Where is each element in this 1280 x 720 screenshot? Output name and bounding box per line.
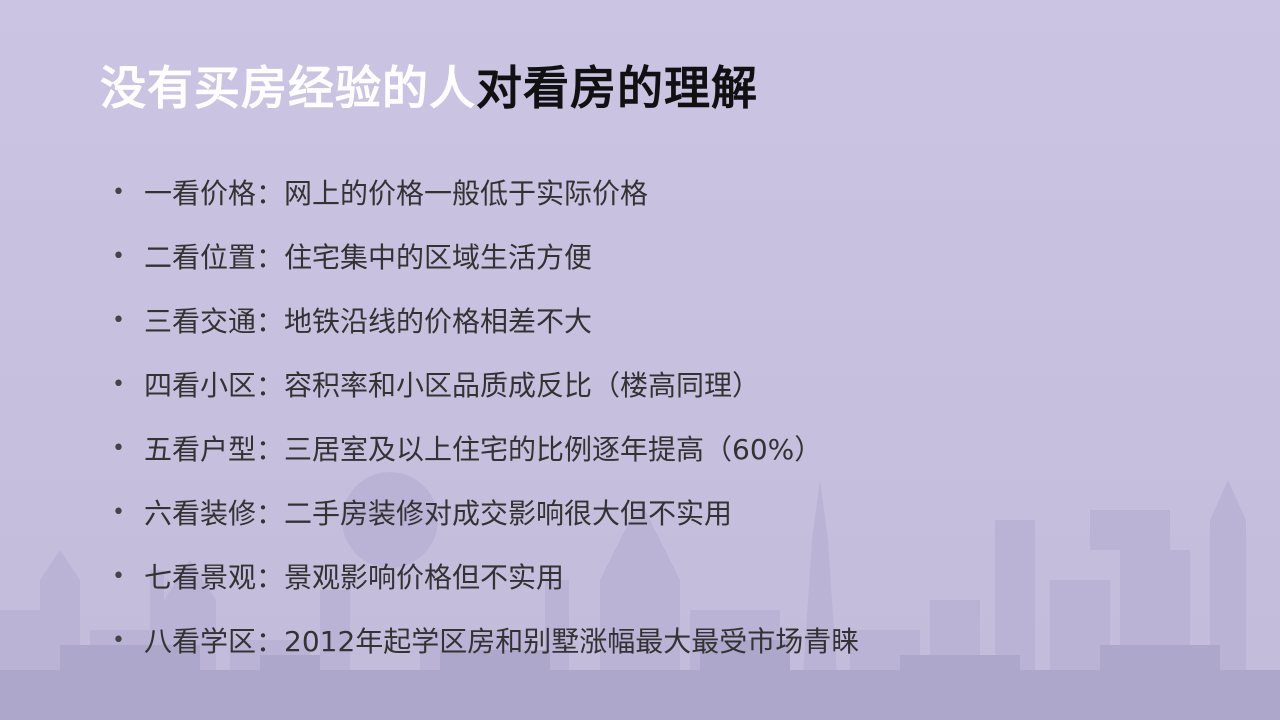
bullet-item: • 八看学区：2012年起学区房和别墅涨幅最大最受市场青睐 (112, 608, 859, 672)
bullet-dot-icon: • (112, 499, 125, 525)
bullet-text: 一看价格：网上的价格一般低于实际价格 (144, 177, 649, 210)
bullet-list: • 一看价格：网上的价格一般低于实际价格 • 二看位置：住宅集中的区域生活方便 … (112, 160, 859, 672)
bullet-dot-icon: • (112, 435, 125, 461)
bullet-item: • 四看小区：容积率和小区品质成反比（楼高同理） (112, 352, 859, 416)
bullet-text: 五看户型：三居室及以上住宅的比例逐年提高（60%） (144, 433, 823, 466)
bullet-item: • 二看位置：住宅集中的区域生活方便 (112, 224, 859, 288)
bullet-item: • 六看装修：二手房装修对成交影响很大但不实用 (112, 480, 859, 544)
bullet-dot-icon: • (112, 179, 125, 205)
bullet-dot-icon: • (112, 627, 125, 653)
bullet-text: 三看交通：地铁沿线的价格相差不大 (144, 305, 593, 338)
bullet-dot-icon: • (112, 371, 125, 397)
slide: 没有买房经验的人对看房的理解 • 一看价格：网上的价格一般低于实际价格 • 二看… (0, 0, 1280, 720)
bullet-item: • 三看交通：地铁沿线的价格相差不大 (112, 288, 859, 352)
bullet-item: • 一看价格：网上的价格一般低于实际价格 (112, 160, 859, 224)
bullet-item: • 七看景观：景观影响价格但不实用 (112, 544, 859, 608)
bullet-item: • 五看户型：三居室及以上住宅的比例逐年提高（60%） (112, 416, 859, 480)
slide-title-highlight: 没有买房经验的人 (100, 61, 476, 115)
bullet-text: 二看位置：住宅集中的区域生活方便 (144, 241, 593, 274)
bullet-text: 六看装修：二手房装修对成交影响很大但不实用 (144, 497, 733, 530)
bullet-text: 八看学区：2012年起学区房和别墅涨幅最大最受市场青睐 (144, 625, 860, 658)
bullet-dot-icon: • (112, 307, 125, 333)
slide-title: 没有买房经验的人对看房的理解 (100, 52, 758, 118)
bullet-dot-icon: • (112, 243, 125, 269)
bullet-text: 四看小区：容积率和小区品质成反比（楼高同理） (144, 369, 761, 402)
bullet-dot-icon: • (112, 563, 125, 589)
bullet-text: 七看景观：景观影响价格但不实用 (144, 561, 565, 594)
slide-title-main: 对看房的理解 (476, 61, 758, 115)
